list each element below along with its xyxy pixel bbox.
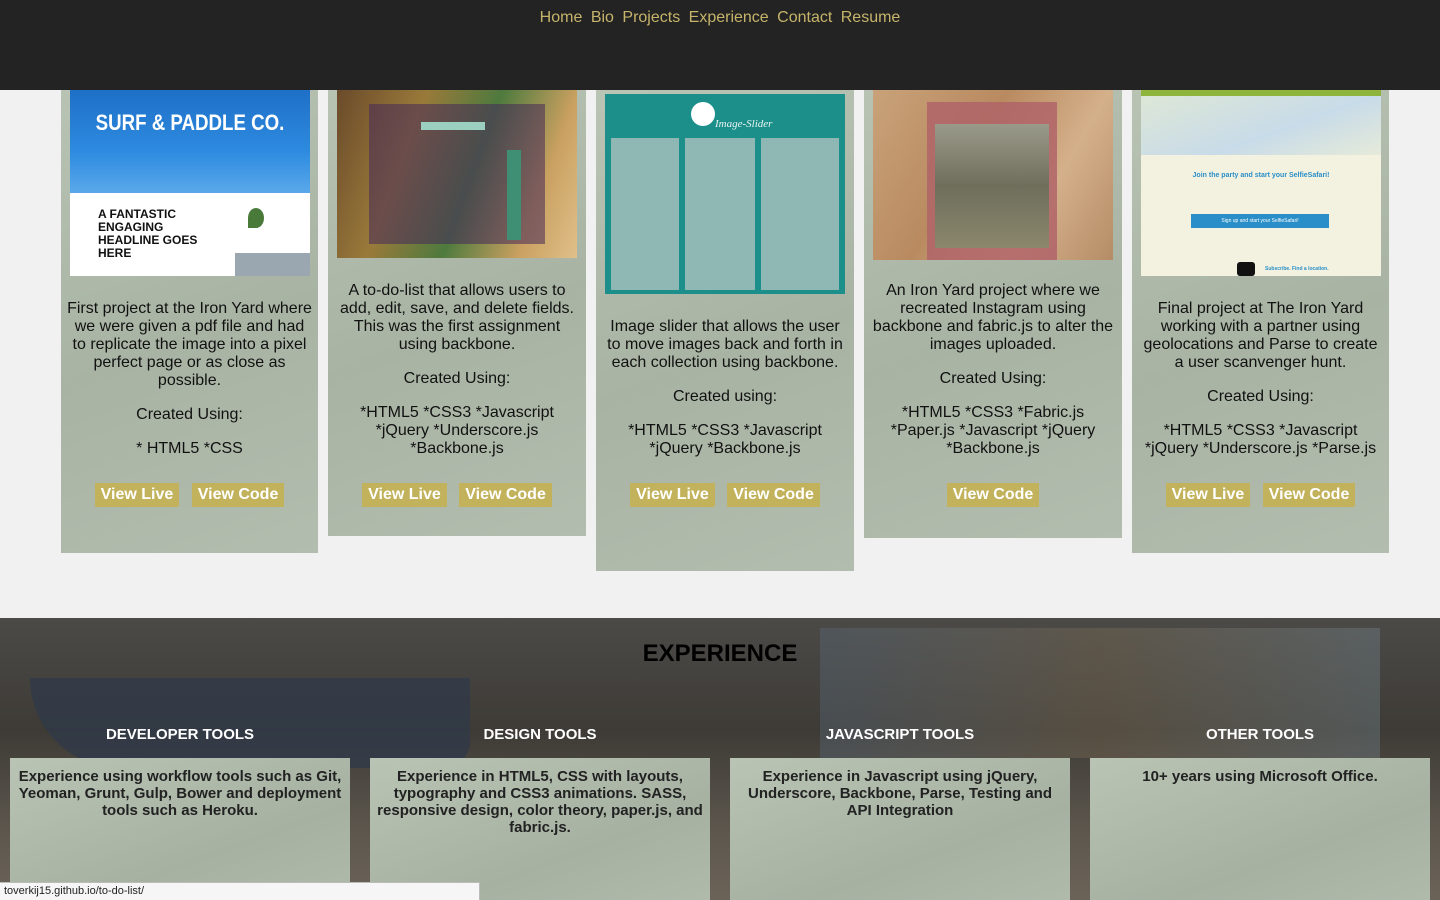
tool-description: Experience using workflow tools such as … <box>10 758 350 900</box>
project-screenshot[interactable] <box>337 90 577 258</box>
nav-experience[interactable]: Experience <box>689 9 769 27</box>
view-code-button[interactable]: View Code <box>946 483 1040 507</box>
tool-heading: JAVASCRIPT TOOLS <box>825 726 975 743</box>
created-using-label: Created Using: <box>1207 388 1314 405</box>
experience-title: EXPERIENCE <box>642 640 798 667</box>
phone-icon <box>1237 262 1255 276</box>
view-live-button[interactable]: View Live <box>630 483 715 507</box>
thumb-signup-button: Sign up and start your SelfieSafari! <box>1191 214 1329 228</box>
nav-bio[interactable]: Bio <box>591 9 614 27</box>
view-live-button[interactable]: View Live <box>1165 483 1251 507</box>
project-card-selfie-safari: Join the party and start your SelfieSafa… <box>1132 70 1389 553</box>
project-card-instagram-clone: An Iron Yard project where we recreated … <box>864 70 1122 538</box>
tech-list: * HTML5 *CSS <box>136 440 243 457</box>
project-description: A to-do-list that allows users to add, e… <box>340 282 574 353</box>
created-using-label: Created Using: <box>939 370 1047 387</box>
leaf-icon <box>248 208 264 228</box>
top-nav: Home Bio Projects Experience Contact Res… <box>0 0 1440 90</box>
tech-list: *HTML5 *CSS3 *Javascript *jQuery *Backbo… <box>628 422 822 457</box>
tool-heading: OTHER TOOLS <box>1205 726 1315 743</box>
project-screenshot[interactable]: SURF & PADDLE CO. A FANTASTIC ENGAGING H… <box>70 90 310 276</box>
project-description: Image slider that allows the user to mov… <box>607 318 843 371</box>
tech-list: *HTML5 *CSS3 *Javascript *jQuery *Unders… <box>1144 422 1377 457</box>
thumb-footer: Subscribe. Find a location. <box>1265 266 1329 272</box>
experience-section: EXPERIENCE DEVELOPER TOOLS Experience us… <box>0 618 1440 900</box>
map-graphic <box>1141 90 1381 155</box>
other-tools-column: OTHER TOOLS 10+ years using Microsoft Of… <box>1090 726 1430 900</box>
tool-description: 10+ years using Microsoft Office. <box>1090 758 1430 900</box>
thumb-title: Image-Slider <box>715 118 773 130</box>
javascript-tools-column: JAVASCRIPT TOOLS Experience in Javascrip… <box>730 726 1070 900</box>
view-code-button[interactable]: View Code <box>727 483 820 507</box>
project-description: An Iron Yard project where we recreated … <box>872 282 1114 353</box>
nav-home[interactable]: Home <box>540 9 583 27</box>
project-card-image-slider: Image-Slider Image slider that allows th… <box>596 88 854 571</box>
view-live-button[interactable]: View Live <box>94 483 180 507</box>
tree-logo-icon <box>691 102 715 126</box>
view-live-button[interactable]: View Live <box>362 483 447 507</box>
created-using-label: Created using: <box>672 388 778 405</box>
project-screenshot[interactable]: Image-Slider <box>605 94 845 294</box>
tool-description: Experience in HTML5, CSS with layouts, t… <box>370 758 710 900</box>
design-tools-column: DESIGN TOOLS Experience in HTML5, CSS wi… <box>370 726 710 900</box>
view-code-button[interactable]: View Code <box>459 483 552 507</box>
nav-contact[interactable]: Contact <box>777 9 832 27</box>
project-card-to-do-list: A to-do-list that allows users to add, e… <box>328 70 586 536</box>
created-using-label: Created Using: <box>403 370 511 387</box>
thumb-title: Join the party and start your SelfieSafa… <box>1192 172 1330 179</box>
status-bar-url: toverkij15.github.io/to-do-list/ <box>0 882 480 900</box>
tool-heading: DESIGN TOOLS <box>483 726 597 743</box>
project-description: Final project at The Iron Yard working w… <box>1143 300 1378 371</box>
project-screenshot[interactable] <box>873 90 1113 260</box>
view-code-button[interactable]: View Code <box>1262 483 1356 507</box>
tech-list: *HTML5 *CSS3 *Fabric.js *Paper.js *Javas… <box>890 404 1096 457</box>
view-code-button[interactable]: View Code <box>191 483 285 507</box>
thumb-headline: A FANTASTIC ENGAGING HEADLINE GOES HERE <box>98 207 198 260</box>
tool-description: Experience in Javascript using jQuery, U… <box>730 758 1070 900</box>
tech-list: *HTML5 *CSS3 *Javascript *jQuery *Unders… <box>360 404 554 457</box>
project-screenshot[interactable]: Join the party and start your SelfieSafa… <box>1141 90 1381 276</box>
tool-heading: DEVELOPER TOOLS <box>105 726 255 743</box>
nav-projects[interactable]: Projects <box>622 9 680 27</box>
developer-tools-column: DEVELOPER TOOLS Experience using workflo… <box>10 726 350 900</box>
thumb-title: SURF & PADDLE CO. <box>95 110 285 135</box>
project-card-surf-paddle: SURF & PADDLE CO. A FANTASTIC ENGAGING H… <box>61 70 318 553</box>
nav-resume[interactable]: Resume <box>841 9 901 27</box>
project-description: First project at the Iron Yard where we … <box>67 300 312 389</box>
created-using-label: Created Using: <box>136 406 243 423</box>
nav-links: Home Bio Projects Experience Contact Res… <box>0 9 1440 27</box>
